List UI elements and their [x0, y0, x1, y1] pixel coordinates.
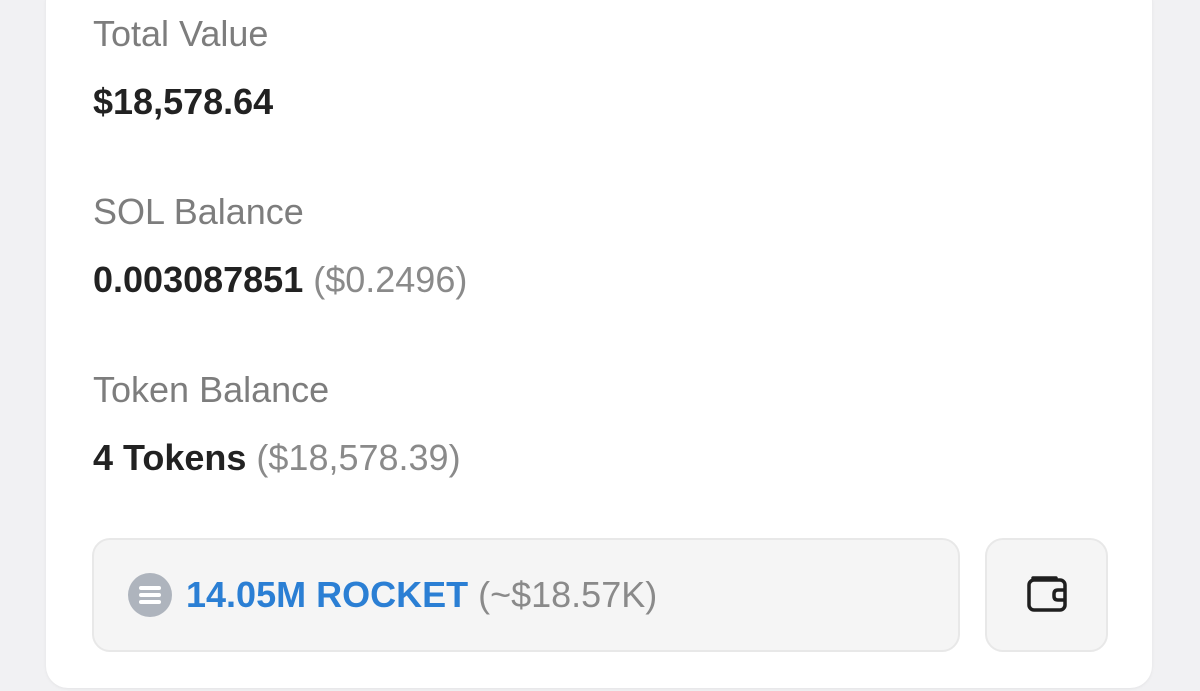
sol-balance-section: SOL Balance 0.003087851 ($0.2496) — [93, 194, 467, 298]
sol-balance-usd: ($0.2496) — [313, 259, 468, 300]
token-balance-label: Token Balance — [93, 369, 330, 410]
token-count: 4 Tokens — [93, 437, 247, 478]
total-value-section: Total Value $18,578.64 — [93, 16, 273, 120]
total-value-amount: $18,578.64 — [93, 81, 274, 122]
token-balance-value: 4 Tokens ($18,578.39) — [93, 440, 461, 476]
top-token-row[interactable]: 14.05M ROCKET (~$18.57K) — [92, 538, 960, 652]
sol-balance-label: SOL Balance — [93, 191, 304, 232]
total-value-label: Total Value — [93, 13, 269, 54]
token-balance-section: Token Balance 4 Tokens ($18,578.39) — [93, 372, 461, 476]
wallet-icon — [1024, 572, 1070, 619]
top-token-approx-usd: (~$18.57K) — [478, 574, 658, 615]
coin-icon — [128, 573, 172, 617]
sol-balance-value: 0.003087851 ($0.2496) — [93, 262, 467, 298]
top-token-amount-name[interactable]: 14.05M ROCKET — [186, 574, 468, 615]
token-balance-usd: ($18,578.39) — [256, 437, 461, 478]
sol-balance-amount: 0.003087851 — [93, 259, 304, 300]
wallet-button[interactable] — [985, 538, 1108, 652]
